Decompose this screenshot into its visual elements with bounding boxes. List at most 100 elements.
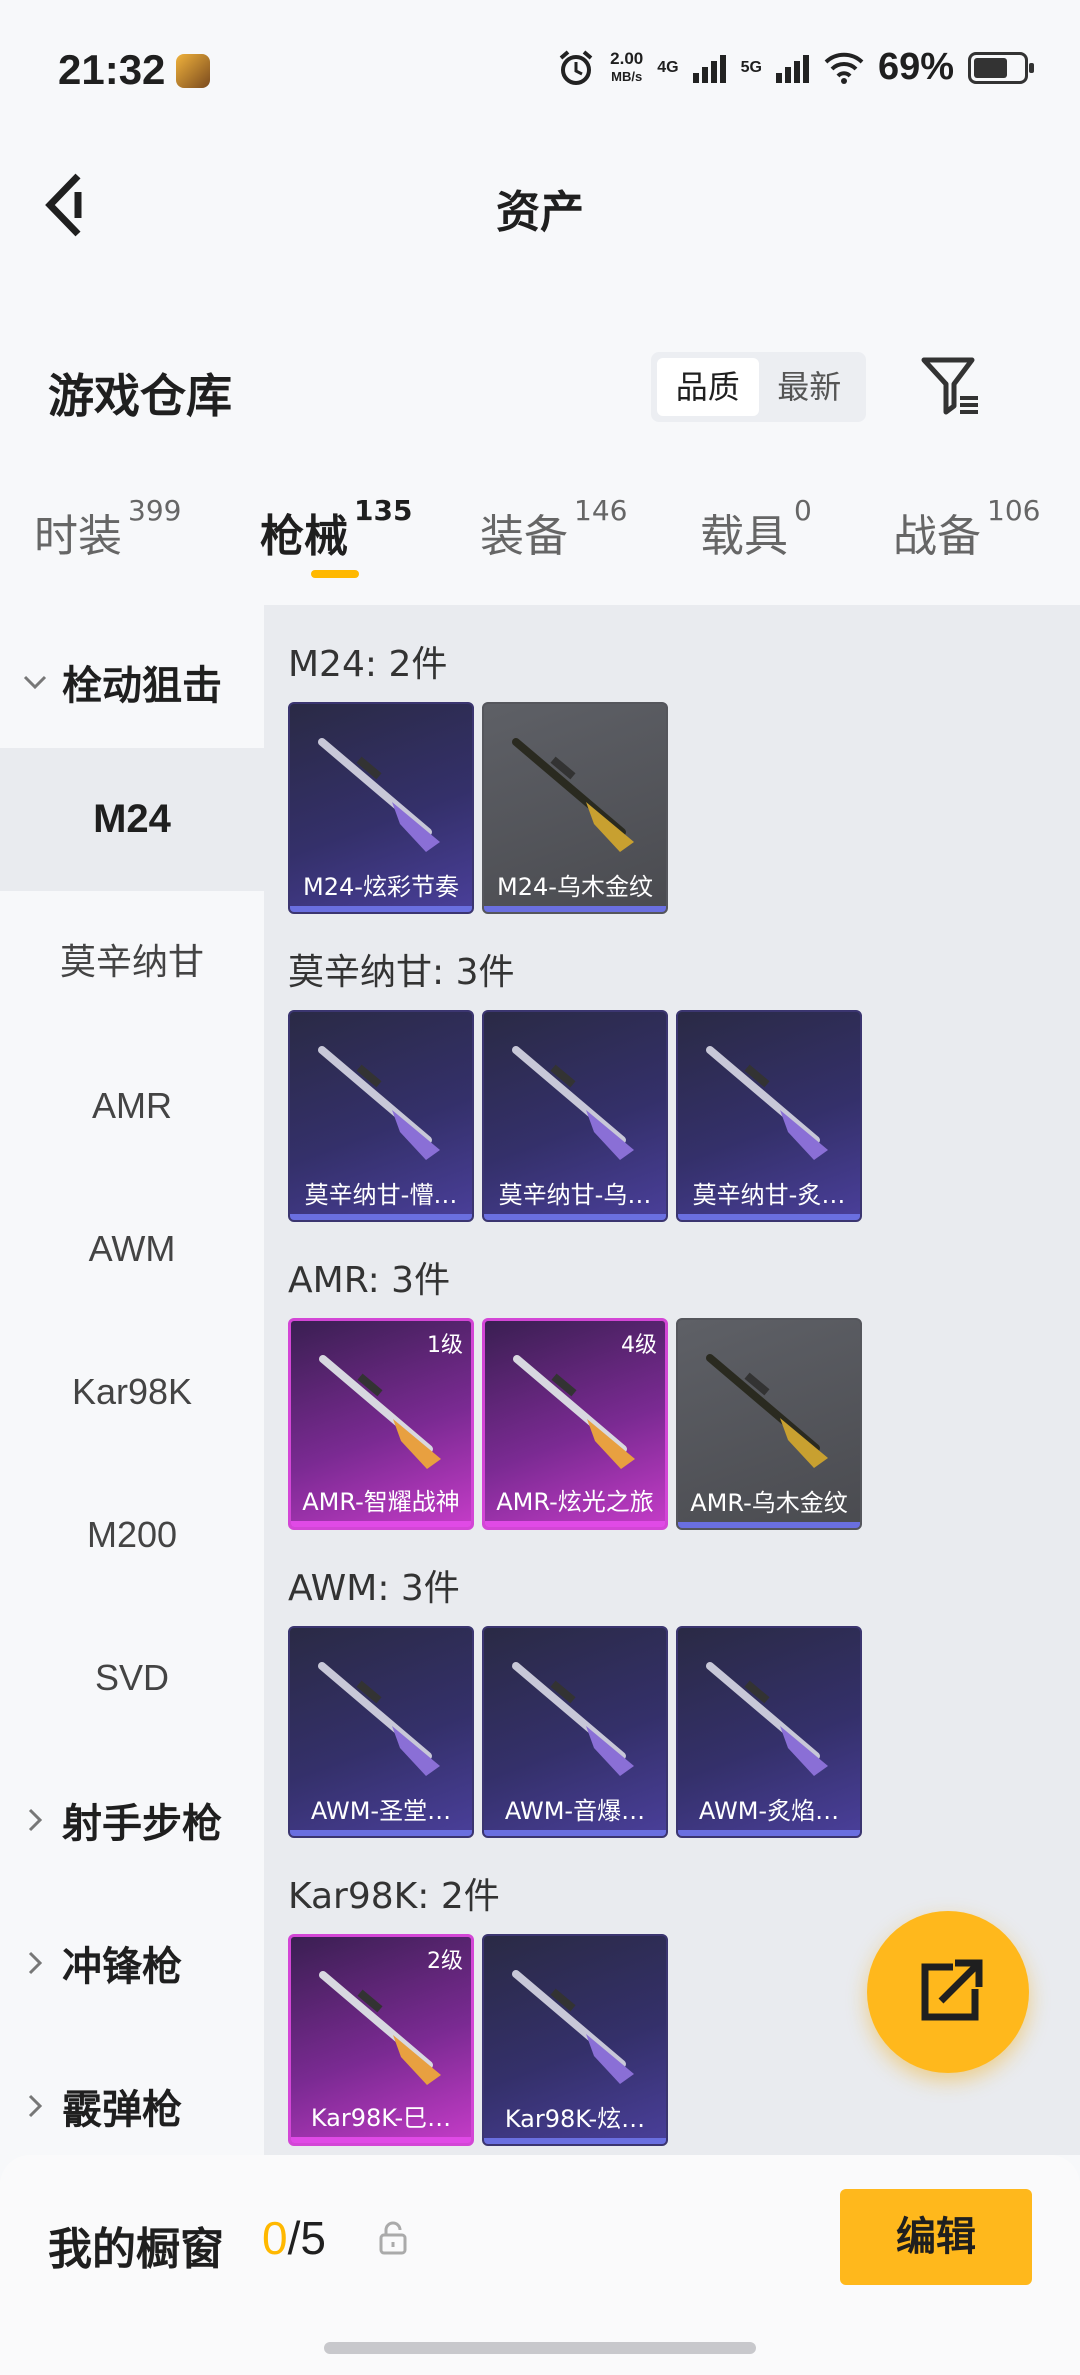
weapon-skin-card[interactable]: 4级 AMR-炫光之旅 <box>482 1318 668 1530</box>
share-button[interactable] <box>867 1911 1029 2073</box>
sidebar-group-smg[interactable]: 冲锋枪 <box>20 1934 182 1992</box>
rarity-bar <box>484 1214 666 1220</box>
skin-name: Kar98K-巳… <box>310 2104 452 2132</box>
home-indicator[interactable] <box>324 2342 756 2354</box>
rarity-bar <box>484 2138 666 2144</box>
sidebar-item-awm[interactable]: AWM <box>0 1177 264 1320</box>
battery-icon <box>968 51 1034 84</box>
skin-name: M24-乌木金纹 <box>497 873 653 901</box>
rarity-bar <box>485 1521 665 1527</box>
rifle-icon <box>706 1354 828 1468</box>
rarity-bar <box>484 906 666 912</box>
rarity-bar <box>290 1830 472 1836</box>
sidebar-item-svd[interactable]: SVD <box>0 1606 264 1749</box>
skin-name: 莫辛纳甘-乌… <box>498 1181 652 1209</box>
skin-name: Kar98K-炫… <box>504 2105 646 2133</box>
signal-bars-icon <box>775 54 809 83</box>
status-time: 21:32 <box>58 46 166 93</box>
status-right: 2.00 MB/s 4G 5G 69% <box>556 46 1034 89</box>
skin-level-badge: 4级 <box>621 1333 657 1358</box>
chevron-right-icon <box>28 1808 43 1832</box>
tab-equipment[interactable]: 装备146 <box>480 494 627 564</box>
sort-latest-button[interactable]: 最新 <box>759 358 861 416</box>
alarm-icon <box>559 49 593 85</box>
sidebar-item-m200[interactable]: M200 <box>0 1463 264 1606</box>
sidebar-item-m24[interactable]: M24 <box>0 748 264 891</box>
rarity-bar <box>291 1521 471 1527</box>
weapon-skin-card[interactable]: AWM-炙焰… <box>676 1626 862 1838</box>
skin-name: AMR-炫光之旅 <box>496 1488 654 1516</box>
weapon-type-sidebar: 栓动狙击 M24 莫辛纳甘 AMR AWM Kar98K M200 SVD 射手… <box>0 605 264 2155</box>
battery-percent: 69% <box>877 46 954 88</box>
weapon-skin-card[interactable]: 莫辛纳甘-懵… <box>288 1010 474 1222</box>
chevron-down-icon <box>23 675 47 690</box>
tab-guns[interactable]: 枪械135 <box>260 494 412 564</box>
weapon-skin-card[interactable]: AWM-音爆… <box>482 1626 668 1838</box>
sidebar-item-kar98k[interactable]: Kar98K <box>0 1320 264 1463</box>
sort-toggle: 品质 最新 <box>651 352 866 422</box>
sidebar-group-bolt-action[interactable]: 栓动狙击 <box>20 653 222 711</box>
sidebar-item-mosin[interactable]: 莫辛纳甘 <box>0 891 264 1034</box>
rifle-icon <box>512 1046 634 1160</box>
weapon-skin-card[interactable]: AWM-圣堂… <box>288 1626 474 1838</box>
weapon-skin-card[interactable]: AMR-乌木金纹 <box>676 1318 862 1530</box>
tab-vehicles[interactable]: 载具0 <box>700 494 812 564</box>
status-bar: 21:32 2.00 MB/s 4G 5G 69% <box>0 0 1080 140</box>
rifle-icon <box>318 1046 440 1160</box>
skin-name: M24-炫彩节奏 <box>303 873 459 901</box>
weapon-skin-card[interactable]: Kar98K-炫… <box>482 1934 668 2146</box>
weapon-skin-card[interactable]: M24-炫彩节奏 <box>288 702 474 914</box>
signal-5g: 5G <box>740 58 762 76</box>
signal-4g: 4G <box>657 58 679 76</box>
active-tab-indicator <box>311 570 359 578</box>
skin-name: 莫辛纳甘-炙… <box>692 1181 846 1209</box>
filter-icon[interactable] <box>920 354 984 418</box>
tab-battle-prep[interactable]: 战备106 <box>893 494 1040 564</box>
section-title: AMR: 3件 <box>288 1260 451 1301</box>
rarity-bar <box>291 2137 471 2143</box>
rifle-icon <box>318 738 440 852</box>
rifle-icon <box>512 1662 634 1776</box>
signal-bars-icon <box>692 54 726 83</box>
weapon-skin-card[interactable]: 莫辛纳甘-乌… <box>482 1010 668 1222</box>
edit-button[interactable]: 编辑 <box>840 2189 1032 2285</box>
rifle-icon <box>318 1662 440 1776</box>
skin-name: 莫辛纳甘-懵… <box>304 1181 458 1209</box>
sidebar-item-amr[interactable]: AMR <box>0 1034 264 1177</box>
rifle-icon <box>706 1662 828 1776</box>
section-title: 莫辛纳甘: 3件 <box>288 952 515 993</box>
sort-quality-button[interactable]: 品质 <box>657 358 759 416</box>
showcase-count: 0/5 <box>262 2212 326 2264</box>
app-notification-icon <box>176 54 210 88</box>
rifle-icon <box>319 1971 441 2085</box>
section-title: Kar98K: 2件 <box>288 1876 500 1917</box>
sidebar-group-marksman[interactable]: 射手步枪 <box>20 1791 222 1849</box>
skin-name: AWM-炙焰… <box>698 1797 840 1825</box>
rarity-bar <box>678 1214 860 1220</box>
sidebar-group-shotgun[interactable]: 霰弹枪 <box>20 2077 182 2135</box>
nav-bar: 资产 <box>0 140 1080 270</box>
rifle-icon <box>319 1355 441 1469</box>
tab-fashion[interactable]: 时装399 <box>34 494 181 564</box>
rarity-bar <box>484 1830 666 1836</box>
skin-level-badge: 2级 <box>427 1949 463 1974</box>
skin-name: AMR-乌木金纹 <box>690 1489 848 1517</box>
rifle-icon <box>512 1970 634 2084</box>
warehouse-title: 游戏仓库 <box>48 369 232 423</box>
skin-name: AMR-智耀战神 <box>302 1488 460 1516</box>
weapon-skin-card[interactable]: 莫辛纳甘-炙… <box>676 1010 862 1222</box>
weapon-skin-card[interactable]: M24-乌木金纹 <box>482 702 668 914</box>
weapon-skin-card[interactable]: 1级 AMR-智耀战神 <box>288 1318 474 1530</box>
rifle-icon <box>513 1355 635 1469</box>
page-title: 资产 <box>496 187 584 238</box>
weapon-skin-card[interactable]: 2级 Kar98K-巳… <box>288 1934 474 2146</box>
rarity-bar <box>678 1830 860 1836</box>
category-tabs: 时装399 枪械135 装备146 载具0 战备106 <box>0 460 1080 605</box>
lock-icon <box>379 2221 407 2255</box>
rifle-icon <box>512 738 634 852</box>
chevron-right-icon <box>28 1951 43 1975</box>
skin-name: AWM-音爆… <box>504 1797 646 1825</box>
skin-level-badge: 1级 <box>427 1333 463 1358</box>
section-title: AWM: 3件 <box>288 1568 460 1609</box>
warehouse-header: 游戏仓库 品质 最新 <box>0 330 1080 450</box>
